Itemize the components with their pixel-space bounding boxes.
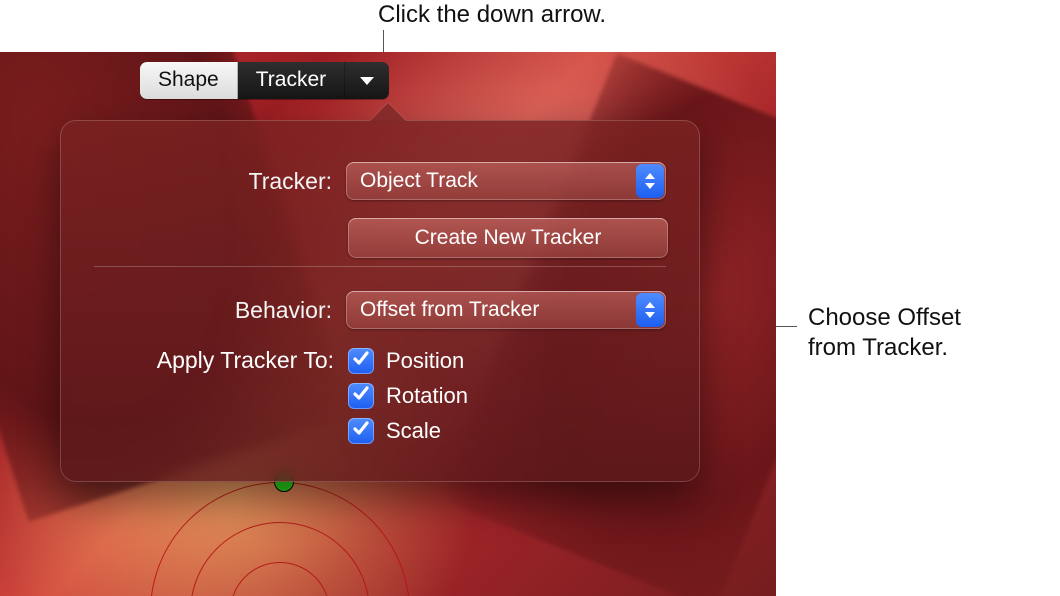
create-new-tracker-button[interactable]: Create New Tracker [348, 218, 668, 258]
behavior-label: Behavior: [94, 297, 346, 324]
callout-right-line1: Choose Offset [808, 304, 961, 331]
divider [94, 266, 666, 267]
tracker-popover: Tracker: Object Track Create New Tracker… [60, 120, 700, 482]
tracker-label: Tracker: [94, 168, 346, 195]
tab-tracker-menu-arrow[interactable] [345, 62, 389, 99]
apply-tracker-to-label: Apply Tracker To: [94, 347, 348, 374]
row-apply-position: Apply Tracker To: Position [94, 347, 666, 374]
callout-right-line2: from Tracker. [808, 334, 948, 361]
checkbox-position-label: Position [386, 348, 464, 374]
checkbox-rotation[interactable] [348, 383, 374, 409]
check-icon [352, 349, 370, 372]
checkbox-scale[interactable] [348, 418, 374, 444]
behavior-popup-value: Offset from Tracker [360, 298, 539, 322]
checkbox-scale-label: Scale [386, 418, 441, 444]
tab-shape[interactable]: Shape [140, 62, 238, 99]
check-icon [352, 419, 370, 442]
checkbox-rotation-label: Rotation [386, 383, 468, 409]
row-apply-rotation: . Rotation [94, 382, 666, 409]
callout-right: Choose Offset from Tracker. [808, 303, 961, 363]
checkbox-position[interactable] [348, 348, 374, 374]
chevron-down-icon [359, 69, 375, 93]
updown-icon [636, 164, 664, 198]
tracker-overlay[interactable] [150, 482, 410, 596]
callout-top: Click the down arrow. [378, 0, 606, 30]
row-tracker: Tracker: Object Track [94, 162, 666, 200]
tab-tracker[interactable]: Tracker [238, 62, 345, 99]
mode-segmented-control: Shape Tracker [140, 62, 389, 99]
tracker-popup[interactable]: Object Track [346, 162, 666, 200]
tracker-popup-value: Object Track [360, 169, 478, 193]
behavior-popup[interactable]: Offset from Tracker [346, 291, 666, 329]
stage: Click the down arrow. Choose Offset from… [0, 0, 1060, 596]
row-behavior: Behavior: Offset from Tracker [94, 291, 666, 329]
updown-icon [636, 293, 664, 327]
check-icon [352, 384, 370, 407]
row-apply-scale: . Scale [94, 417, 666, 444]
